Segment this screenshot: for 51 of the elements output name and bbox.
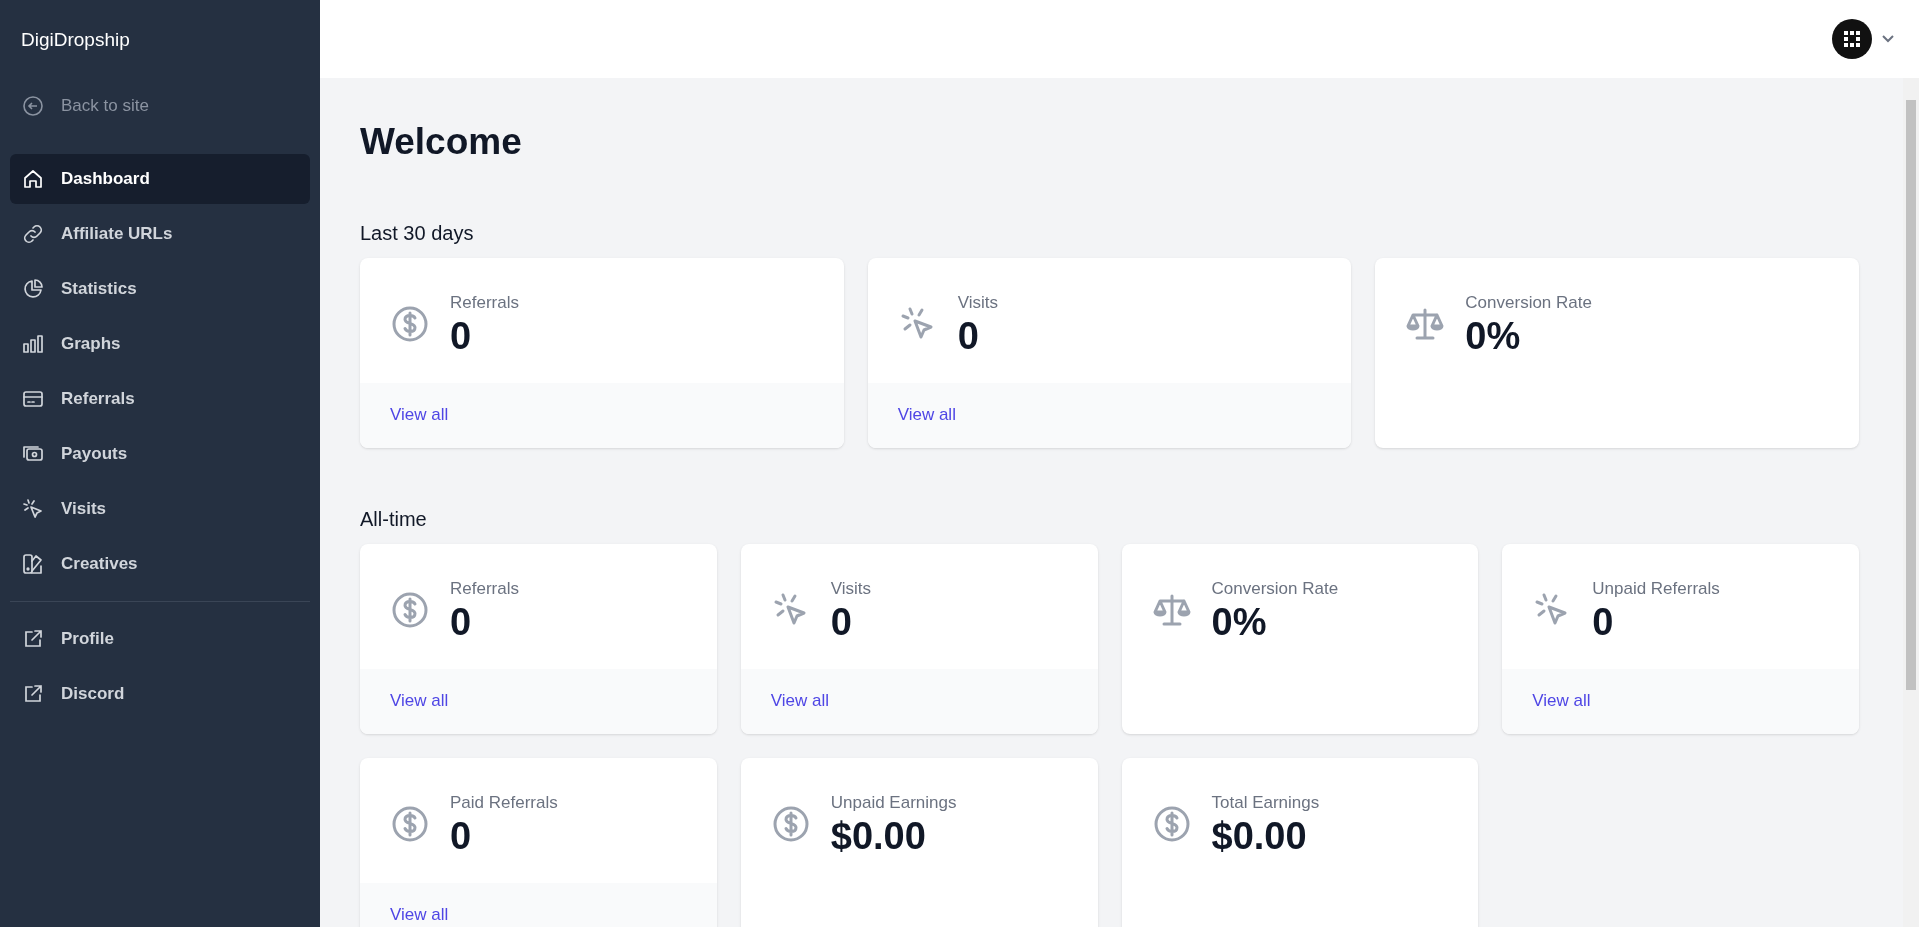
stat-label: Unpaid Earnings (830, 791, 957, 814)
stat-value: 0 (957, 313, 980, 358)
section-heading: All-time (360, 506, 428, 532)
view-all-link[interactable]: View all (1532, 688, 1591, 714)
nav-item[interactable]: Referrals (10, 374, 310, 424)
view-all-link[interactable]: View all (897, 402, 956, 428)
back-to-site-link[interactable]: Back to site (10, 78, 310, 134)
user-menu-button[interactable] (1831, 18, 1895, 60)
stat-value: 0 (450, 313, 473, 358)
stat-label: Visits (957, 291, 998, 314)
cursor-click-icon (21, 497, 45, 521)
stat-value: 0 (450, 813, 473, 858)
external-link[interactable]: Profile (10, 614, 310, 664)
nav-item[interactable]: Dashboard (10, 154, 310, 204)
brand-name: DigiDropship (20, 28, 131, 52)
view-all-link[interactable]: View all (390, 902, 449, 927)
swatch-icon (21, 552, 45, 576)
view-all-link[interactable]: View all (770, 688, 830, 714)
pie-chart-icon (21, 277, 45, 301)
stat-value: $0.00 (1211, 813, 1308, 858)
view-all-link[interactable]: View all (390, 688, 449, 714)
stat-value: 0 (1592, 599, 1615, 644)
stat-value: 0 (450, 599, 473, 644)
stat-value: 0 (830, 599, 853, 644)
stat-label: Referrals (450, 291, 519, 314)
scrollbar[interactable] (1903, 78, 1919, 927)
nav-item[interactable]: Graphs (10, 319, 310, 369)
avatar-icon (1831, 18, 1873, 60)
page-title: Welcome (360, 120, 523, 164)
nav-item[interactable]: Statistics (10, 264, 310, 314)
section-heading: Last 30 days (360, 220, 475, 246)
view-all-link[interactable]: View all (390, 402, 449, 428)
stat-value: 0% (1211, 599, 1268, 644)
stat-label: Visits (830, 577, 872, 600)
nav-item[interactable]: Creatives (10, 539, 310, 589)
nav-item[interactable]: Affiliate URLs (10, 209, 310, 259)
stat-label: Total Earnings (1211, 791, 1320, 814)
stat-label: Referrals (450, 577, 519, 600)
stat-label: Conversion Rate (1211, 577, 1339, 600)
link-icon (21, 222, 45, 246)
external-link[interactable]: Discord (10, 669, 310, 719)
bar-chart-icon (21, 332, 45, 356)
nav-item[interactable]: Payouts (10, 429, 310, 479)
stat-label: Unpaid Referrals (1592, 577, 1720, 600)
stat-label: Conversion Rate (1465, 291, 1592, 314)
stat-label: Paid Referrals (450, 791, 558, 814)
nav-item[interactable]: Visits (10, 484, 310, 534)
stat-value: $0.00 (830, 813, 927, 858)
stat-value: 0% (1465, 313, 1522, 358)
chevron-down-icon (1881, 34, 1895, 44)
home-icon (21, 167, 45, 191)
